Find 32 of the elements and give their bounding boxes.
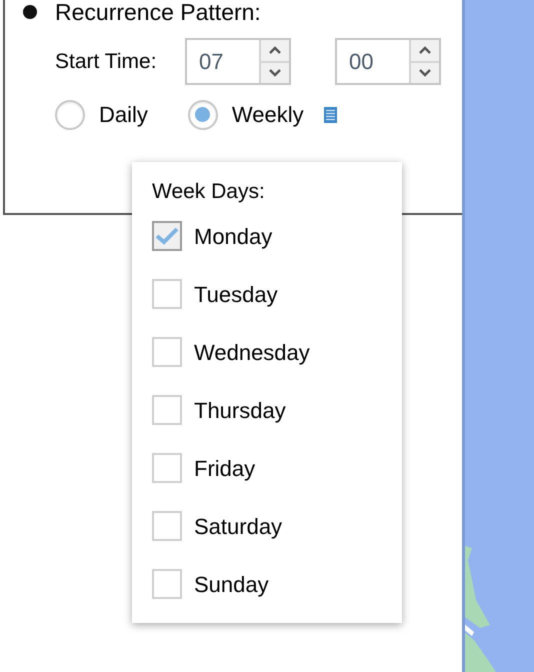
spinner-value: 00	[348, 48, 374, 76]
time-spinner[interactable]: 07	[185, 38, 291, 85]
checkbox[interactable]	[152, 395, 182, 425]
radio-label: Daily	[99, 101, 148, 129]
chevron-down-icon	[269, 68, 281, 77]
day-label: Sunday	[194, 570, 269, 599]
list-icon[interactable]	[324, 106, 337, 122]
checkbox[interactable]	[152, 337, 182, 367]
spinner-value: 07	[198, 48, 224, 76]
day-label: Wednesday	[194, 338, 310, 367]
radio-button[interactable]	[55, 100, 85, 130]
checkbox[interactable]	[152, 453, 182, 483]
day-label: Monday	[194, 222, 272, 251]
chevron-up-icon	[269, 46, 281, 54]
checkbox[interactable]	[152, 511, 182, 541]
bullet-icon	[23, 5, 37, 19]
day-label: Friday	[194, 454, 256, 483]
section-title: Recurrence Pattern:	[55, 0, 261, 24]
checkbox[interactable]	[152, 279, 182, 309]
checkbox[interactable]	[152, 569, 182, 599]
check-icon	[155, 227, 179, 245]
day-label: Thursday	[194, 396, 286, 425]
checkbox[interactable]	[152, 221, 182, 251]
start-time-label: Start Time:	[55, 48, 158, 75]
day-label: Saturday	[194, 512, 282, 541]
radio-button[interactable]	[188, 100, 218, 130]
popup-title: Week Days:	[152, 179, 266, 205]
time-spinner[interactable]: 00	[335, 38, 441, 85]
day-label: Tuesday	[194, 280, 278, 309]
chevron-up-icon	[419, 46, 431, 54]
radio-label: Weekly	[232, 101, 304, 129]
chevron-down-icon	[419, 68, 431, 77]
